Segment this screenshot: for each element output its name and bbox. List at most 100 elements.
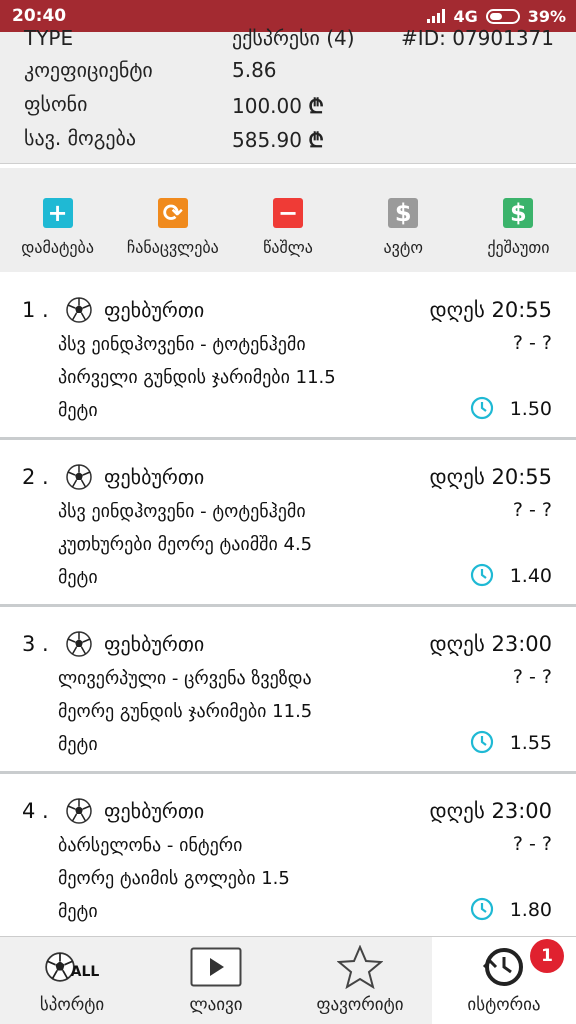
- add-label: დამატება: [21, 238, 94, 257]
- win-value: 585.90: [232, 128, 302, 152]
- ticket-type-label: TYPE: [24, 26, 74, 50]
- win-currency: ₾: [308, 128, 324, 152]
- ticket-type-row: TYPE ექსპრესი (4) #ID: 07901371: [24, 26, 554, 60]
- bet-sport: ფეხბურთი: [104, 632, 205, 656]
- bet-list[interactable]: 1 . ფეხბურთი დღეს 20:55 პსვ ეინდჰოვენი -…: [0, 276, 576, 936]
- battery-icon: [485, 8, 520, 24]
- nav-favorites-label: ფავორიტი: [316, 995, 404, 1015]
- sports-all-text: ALL: [70, 964, 100, 980]
- stake-value: 100.00: [232, 94, 302, 118]
- bet-sport: ფეხბურთი: [104, 298, 205, 322]
- replace-button[interactable]: ⟳ ჩანაცვლება: [115, 168, 230, 272]
- bet-score: ? - ?: [512, 666, 552, 688]
- clock-icon: [470, 396, 494, 420]
- dollar-icon: $: [388, 198, 419, 228]
- ticket-stake-row: ფსონი 100.00 ₾: [24, 92, 554, 126]
- ticket-type-value: ექსპრესი (4): [232, 26, 355, 50]
- status-time: 20:40: [12, 6, 67, 26]
- bet-score: ? - ?: [512, 833, 552, 855]
- auto-button[interactable]: $ ავტო: [346, 168, 461, 272]
- soccer-ball-icon: [66, 631, 92, 657]
- bet-odd: 1.80: [509, 899, 552, 921]
- network-type: 4G: [453, 6, 478, 26]
- bottom-nav: ALL სპორტი ლაივი ფავორიტი 1 ისტორია: [0, 936, 576, 1024]
- ticket-win-row: სავ. მოგება 585.90 ₾: [24, 126, 554, 160]
- star-icon: [337, 945, 383, 989]
- clock-icon: [470, 897, 494, 921]
- clock-icon: [470, 730, 494, 754]
- bet-market: მეორე გუნდის ჯარიმები 11.5: [58, 701, 313, 722]
- bet-item[interactable]: 4 . ფეხბურთი დღეს 23:00 ბარსელონა - ინტე…: [0, 777, 576, 936]
- stake-label: ფსონი: [24, 92, 88, 116]
- delete-label: წაშლა: [263, 238, 313, 257]
- add-button[interactable]: + დამატება: [0, 168, 115, 272]
- nav-live[interactable]: ლაივი: [144, 937, 288, 1024]
- ticket-id: #ID: 07901371: [401, 26, 554, 50]
- replace-label: ჩანაცვლება: [126, 238, 219, 257]
- history-clock-icon: [482, 945, 526, 989]
- bet-sport: ფეხბურთი: [104, 465, 205, 489]
- bet-number: 4 .: [22, 799, 49, 823]
- signal-icon: [427, 9, 446, 23]
- play-icon: [190, 945, 242, 989]
- bet-time: დღეს 20:55: [429, 465, 552, 489]
- clock-icon: [470, 563, 494, 587]
- dollar-icon: $: [503, 198, 534, 228]
- bet-item[interactable]: 1 . ფეხბურთი დღეს 20:55 პსვ ეინდჰოვენი -…: [0, 276, 576, 440]
- bet-score: ? - ?: [512, 499, 552, 521]
- bet-match: ლივერპული - ცრვენა ზვეზდა: [58, 668, 312, 689]
- soccer-ball-icon: [66, 464, 92, 490]
- bet-market: პირველი გუნდის ჯარიმები 11.5: [58, 367, 336, 388]
- minus-icon: −: [273, 198, 303, 228]
- ticket-summary: TYPE ექსპრესი (4) #ID: 07901371 კოეფიციე…: [0, 26, 576, 164]
- bet-item[interactable]: 3 . ფეხბურთი დღეს 23:00 ლივერპული - ცრვე…: [0, 610, 576, 774]
- bet-match: პსვ ეინდჰოვენი - ტოტენჰემი: [58, 334, 306, 355]
- bet-odd: 1.50: [509, 398, 552, 420]
- bet-outcome: მეტი: [58, 400, 98, 421]
- nav-live-label: ლაივი: [189, 995, 243, 1015]
- battery-level: 39%: [527, 6, 566, 26]
- bet-time: დღეს 20:55: [429, 298, 552, 322]
- bet-number: 1 .: [22, 298, 49, 322]
- bet-time: დღეს 23:00: [429, 799, 552, 823]
- coef-value: 5.86: [232, 58, 277, 82]
- bet-outcome: მეტი: [58, 567, 98, 588]
- delete-button[interactable]: − წაშლა: [230, 168, 345, 272]
- sports-all-icon: ALL: [44, 945, 100, 989]
- bet-outcome: მეტი: [58, 734, 98, 755]
- bet-odd: 1.40: [509, 565, 552, 587]
- bet-outcome: მეტი: [58, 901, 98, 922]
- bet-number: 3 .: [22, 632, 49, 656]
- nav-favorites[interactable]: ფავორიტი: [288, 937, 432, 1024]
- nav-history[interactable]: 1 ისტორია: [432, 937, 576, 1024]
- bet-number: 2 .: [22, 465, 49, 489]
- status-indicators: 4G 39%: [427, 7, 566, 26]
- nav-history-label: ისტორია: [467, 995, 541, 1015]
- soccer-ball-icon: [66, 297, 92, 323]
- win-value-wrap: 585.90 ₾: [232, 126, 324, 153]
- nav-sports-label: სპორტი: [39, 995, 105, 1015]
- bet-time: დღეს 23:00: [429, 632, 552, 656]
- bet-score: ? - ?: [512, 332, 552, 354]
- bet-match: პსვ ეინდჰოვენი - ტოტენჰემი: [58, 501, 306, 522]
- win-label: სავ. მოგება: [24, 126, 137, 150]
- stake-currency: ₾: [308, 94, 324, 118]
- history-badge: 1: [530, 939, 564, 973]
- ticket-actions: + დამატება ⟳ ჩანაცვლება − წაშლა $ ავტო $…: [0, 168, 576, 272]
- coef-label: კოეფიციენტი: [24, 58, 153, 82]
- cashout-button[interactable]: $ ქეშაუთი: [461, 168, 576, 272]
- bet-odd: 1.55: [509, 732, 552, 754]
- bet-match: ბარსელონა - ინტერი: [58, 835, 243, 856]
- bet-market: კუთხურები მეორე ტაიმში 4.5: [58, 534, 313, 555]
- swap-icon: ⟳: [157, 198, 188, 228]
- stake-value-wrap: 100.00 ₾: [232, 92, 324, 119]
- bet-sport: ფეხბურთი: [104, 799, 205, 823]
- bet-market: მეორე ტაიმის გოლები 1.5: [58, 868, 290, 889]
- plus-icon: +: [42, 198, 73, 228]
- bet-item[interactable]: 2 . ფეხბურთი დღეს 20:55 პსვ ეინდჰოვენი -…: [0, 443, 576, 607]
- ticket-coef-row: კოეფიციენტი 5.86: [24, 58, 554, 92]
- soccer-ball-icon: [66, 798, 92, 824]
- auto-label: ავტო: [383, 238, 423, 257]
- cashout-label: ქეშაუთი: [487, 238, 550, 257]
- nav-sports[interactable]: ALL სპორტი: [0, 937, 144, 1024]
